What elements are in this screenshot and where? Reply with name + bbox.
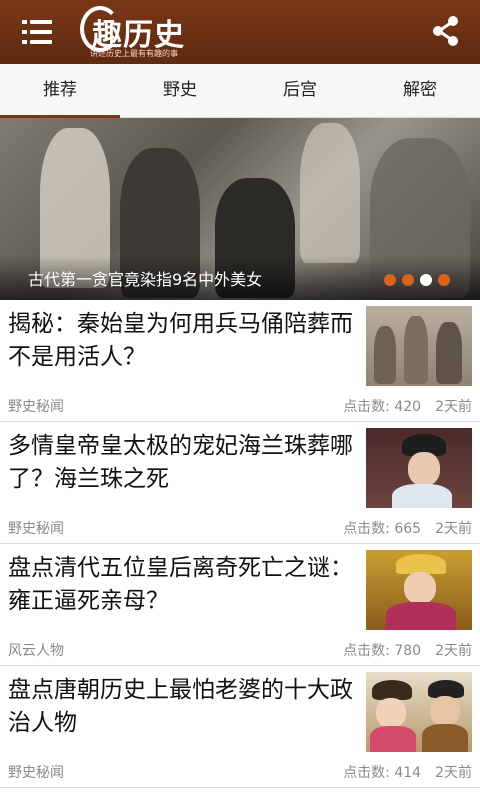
app-slogan: 讲述历史上最有有趣的事 xyxy=(90,49,178,58)
app-header: 趣历史 讲述历史上最有有趣的事 xyxy=(0,0,480,64)
banner-caption: 古代第一贪官竟染指9名中外美女 xyxy=(28,270,263,289)
banner-dot[interactable] xyxy=(438,274,450,286)
news-click-count: 点击数: 780 xyxy=(343,643,422,659)
tab-unofficial-history[interactable]: 野史 xyxy=(120,64,240,117)
news-time: 2天前 xyxy=(435,643,472,659)
tab-harem[interactable]: 后宫 xyxy=(240,64,360,117)
app: 趣历史 讲述历史上最有有趣的事 推荐 野史 后宫 解密 古代第一贪官竟染指9名中… xyxy=(0,0,480,800)
news-thumbnail xyxy=(366,428,472,508)
news-item[interactable]: 多情皇帝皇太极的宠妃海兰珠葬哪了？海兰珠之死 野史秘闻 点击数: 665 2天前 xyxy=(0,422,480,544)
news-title: 盘点唐朝历史上最怕老婆的十大政治人物 xyxy=(8,677,353,736)
banner-dot-active[interactable] xyxy=(420,274,432,286)
tab-decrypt[interactable]: 解密 xyxy=(360,64,480,117)
news-thumbnail xyxy=(366,672,472,752)
banner-page-indicator xyxy=(384,274,450,286)
news-item[interactable]: 揭秘：秦始皇为何用兵马俑陪葬而不是用活人？ 野史秘闻 点击数: 420 2天前 xyxy=(0,300,480,422)
banner-carousel[interactable]: 古代第一贪官竟染指9名中外美女 xyxy=(0,118,480,300)
news-thumbnail xyxy=(366,550,472,630)
banner-figure xyxy=(300,123,360,263)
news-title: 多情皇帝皇太极的宠妃海兰珠葬哪了？海兰珠之死 xyxy=(8,433,353,492)
news-list: 揭秘：秦始皇为何用兵马俑陪葬而不是用活人？ 野史秘闻 点击数: 420 2天前 多… xyxy=(0,300,480,788)
news-item[interactable]: 盘点清代五位皇后离奇死亡之谜：雍正逼死亲母？ 风云人物 点击数: 780 2天前 xyxy=(0,544,480,666)
menu-icon[interactable] xyxy=(22,18,58,46)
tab-recommend[interactable]: 推荐 xyxy=(0,64,120,117)
news-click-count: 点击数: 414 xyxy=(343,765,422,781)
news-click-count: 点击数: 665 xyxy=(343,521,422,537)
app-logo: 趣历史 讲述历史上最有有趣的事 xyxy=(80,4,210,60)
category-tabs: 推荐 野史 后宫 解密 xyxy=(0,64,480,118)
news-time: 2天前 xyxy=(435,521,472,537)
news-click-count: 点击数: 420 xyxy=(343,399,422,415)
news-title: 盘点清代五位皇后离奇死亡之谜：雍正逼死亲母？ xyxy=(8,555,353,614)
news-thumbnail xyxy=(366,306,472,386)
news-category: 野史秘闻 xyxy=(8,521,64,537)
news-title: 揭秘：秦始皇为何用兵马俑陪葬而不是用活人？ xyxy=(8,311,353,370)
banner-dot[interactable] xyxy=(402,274,414,286)
news-category: 野史秘闻 xyxy=(8,399,64,415)
banner-dot[interactable] xyxy=(384,274,396,286)
news-time: 2天前 xyxy=(435,399,472,415)
share-icon[interactable] xyxy=(432,16,460,46)
news-item[interactable]: 盘点唐朝历史上最怕老婆的十大政治人物 野史秘闻 点击数: 414 2天前 xyxy=(0,666,480,788)
news-category: 野史秘闻 xyxy=(8,765,64,781)
news-time: 2天前 xyxy=(435,765,472,781)
news-category: 风云人物 xyxy=(8,643,64,659)
